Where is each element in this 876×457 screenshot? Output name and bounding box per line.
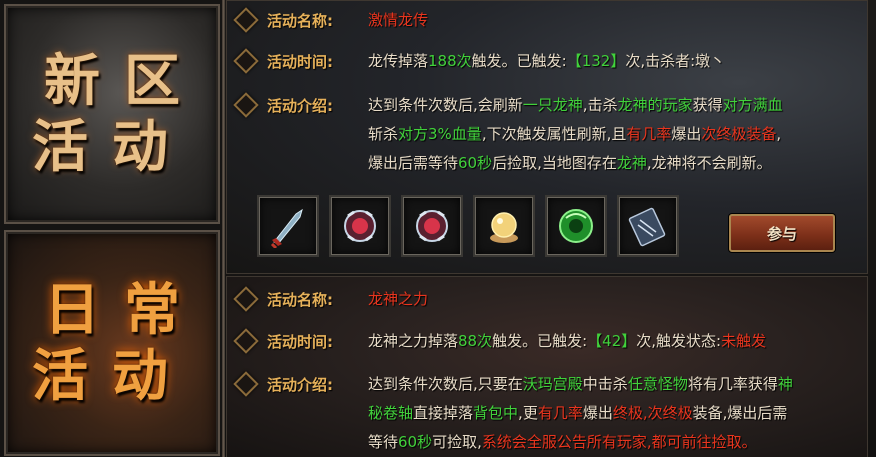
tab-new-server-event[interactable]: 新区活动 xyxy=(4,4,220,224)
pearl-icon xyxy=(490,212,518,243)
diamond-bullet-icon xyxy=(233,7,259,33)
diamond-bullet-icon xyxy=(233,371,259,397)
intro-label: 活动介绍: xyxy=(267,375,333,394)
tab-daily-event[interactable]: 日常活动 xyxy=(4,230,220,456)
event1-time-row: 活动时间: xyxy=(233,48,333,74)
event2-time-text: 龙神之力掉落88次触发。已触发:【42】次,触发状态:未触发 xyxy=(368,332,767,350)
green-jade-icon xyxy=(559,209,593,243)
sidebar-divider xyxy=(222,0,225,457)
event2-intro-line1: 达到条件次数后,只要在沃玛宫殿中击杀任意怪物将有几率获得神 xyxy=(368,375,793,393)
reward-slot[interactable] xyxy=(329,195,391,257)
join-button[interactable]: 参与 xyxy=(729,214,835,252)
reward-slot[interactable] xyxy=(473,195,535,257)
name-label: 活动名称: xyxy=(267,290,333,309)
diamond-bullet-icon xyxy=(233,328,259,354)
time-label: 活动时间: xyxy=(267,52,333,71)
reward-slot[interactable] xyxy=(401,195,463,257)
blade-icon xyxy=(270,208,303,248)
event1-intro-row: 活动介绍: xyxy=(233,92,333,118)
diamond-bullet-icon xyxy=(233,286,259,312)
name-label: 活动名称: xyxy=(267,11,333,30)
scroll-book-icon xyxy=(628,207,666,247)
reward-slot[interactable] xyxy=(257,195,319,257)
diamond-bullet-icon xyxy=(233,48,259,74)
event2-time-row: 活动时间: xyxy=(233,328,333,354)
event1-intro-line2: 斩杀对方3%血量,下次触发属性刷新,且有几率爆出次终极装备, xyxy=(368,125,782,143)
event2-intro-line3: 等待60秒可捡取,系统会全服公告所有玩家,都可前往捡取。 xyxy=(368,433,757,451)
diamond-bullet-icon xyxy=(233,92,259,118)
event2-intro-line2: 秘卷轴直接掉落背包中,更有几率爆出终极,次终极装备,爆出后需 xyxy=(368,404,788,422)
event-panel-1: 活动名称: 激情龙传 活动时间: 龙传掉落188次触发。已触发:【132】次,击… xyxy=(226,0,868,274)
time-label: 活动时间: xyxy=(267,332,333,351)
reward-items xyxy=(257,195,679,257)
tab-new-server-label: 新区活动 xyxy=(32,48,204,180)
event2-name-row: 活动名称: xyxy=(233,286,333,312)
event1-intro-line1: 达到条件次数后,会刷新一只龙神,击杀龙神的玩家获得对方满血 xyxy=(368,96,783,114)
reward-slot[interactable] xyxy=(617,195,679,257)
event2-intro-row: 活动介绍: xyxy=(233,371,333,397)
event-window: 新区活动 日常活动 活动名称: 激情龙传 活动时间: 龙传掉落188次触发。已触… xyxy=(0,0,876,457)
tab-daily-label: 日常活动 xyxy=(32,277,204,409)
category-sidebar: 新区活动 日常活动 xyxy=(0,0,222,457)
event1-time-text: 龙传掉落188次触发。已触发:【132】次,击杀者:墩丶 xyxy=(368,52,726,70)
event-panel-2: 活动名称: 龙神之力 活动时间: 龙神之力掉落88次触发。已触发:【42】次,触… xyxy=(226,276,868,457)
blood-jade-icon xyxy=(416,210,448,242)
event1-name-row: 活动名称: xyxy=(233,7,333,33)
event1-intro-line3: 爆出后需等待60秒后捡取,当地图存在龙神,龙神将不会刷新。 xyxy=(368,154,772,172)
event1-name: 激情龙传 xyxy=(368,11,429,29)
blood-jade-icon xyxy=(344,210,376,242)
event2-name: 龙神之力 xyxy=(368,290,429,308)
intro-label: 活动介绍: xyxy=(267,96,333,115)
reward-slot[interactable] xyxy=(545,195,607,257)
